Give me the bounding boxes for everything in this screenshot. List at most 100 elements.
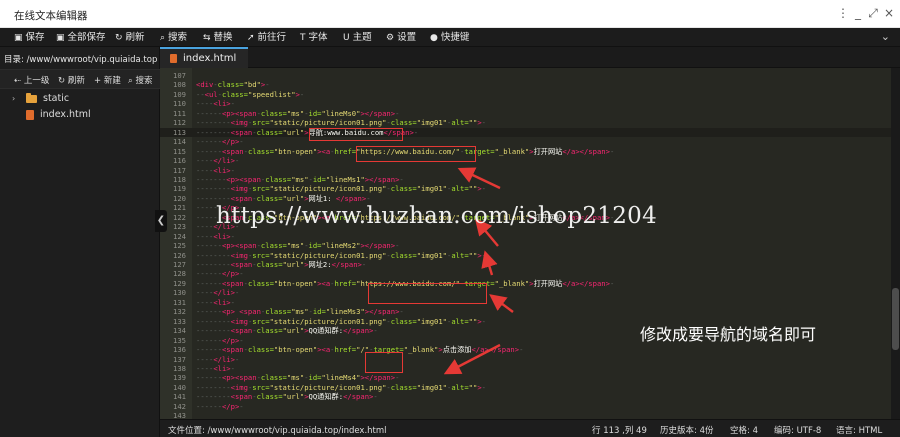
status-language[interactable]: 语言: HTML xyxy=(836,424,882,436)
new-file-button[interactable]: + 新建 xyxy=(94,74,121,86)
line-number: 139 xyxy=(173,373,186,383)
code-line[interactable]: 143 xyxy=(160,411,891,419)
editor-scrollbar[interactable] xyxy=(891,68,900,419)
code-line[interactable]: 137 ----</li>- xyxy=(160,355,891,364)
code-line[interactable]: 136 ------<span-class="btn-open"><a-href=… xyxy=(160,345,891,354)
code-line[interactable]: 118 -------<p><span-class="ms"-id="lineMs… xyxy=(160,175,891,184)
close-icon[interactable]: × xyxy=(882,6,896,20)
code-line[interactable]: 112 --------<img-src="static/picture/icon… xyxy=(160,118,891,127)
toolbar-shortcut-button[interactable]: ● 快捷键 xyxy=(430,31,469,45)
line-number: 120 xyxy=(173,193,186,203)
line-number: 129 xyxy=(173,278,186,288)
code-text: ------<p><span-class="ms"-id="lineMs0"><… xyxy=(196,108,400,118)
code-line[interactable]: 125 ------<p><span-class="ms"-id="lineMs2… xyxy=(160,241,891,250)
sidebar-toggle-icon[interactable]: ❮ xyxy=(155,210,167,232)
code-text: --------<img-src="static/picture/icon01.… xyxy=(196,118,486,128)
file-sidebar: 目录: /www/wwwroot/vip.quiaida.top ⇠ 上一级 ↻… xyxy=(0,47,160,437)
code-line[interactable]: 129 ------<span-class="btn-open"><a-href=… xyxy=(160,279,891,288)
toolbar-settings-button[interactable]: ⚙ 设置 xyxy=(386,31,416,45)
sidebar-search-button[interactable]: ⌕ 搜索 xyxy=(128,74,152,86)
code-editor[interactable]: 107 108 <div-class="bd">- 109 --<ul-class="s… xyxy=(160,68,891,419)
code-line[interactable]: 128 ------</p>- xyxy=(160,269,891,278)
toolbar-font-button[interactable]: T 字体 xyxy=(300,31,328,45)
code-line[interactable]: 114 ------</p>- xyxy=(160,137,891,146)
chevron-right-icon[interactable]: › xyxy=(12,94,20,103)
collapse-toolbar-icon[interactable]: ⌄ xyxy=(881,30,890,43)
code-text: ----</li>- xyxy=(196,354,240,364)
directory-path: 目录: /www/wwwroot/vip.quiaida.top xyxy=(4,55,158,65)
code-line[interactable]: 138 ----<li>- xyxy=(160,364,891,373)
code-line[interactable]: 108 <div-class="bd">- xyxy=(160,80,891,89)
line-number: 126 xyxy=(173,250,186,260)
line-number: 108 xyxy=(173,80,186,90)
toolbar-search-button[interactable]: ⌕ 搜索 xyxy=(160,31,187,45)
tree-folder-static[interactable]: › static xyxy=(12,92,69,104)
html-file-icon xyxy=(26,109,34,120)
line-number: 113 xyxy=(173,127,186,137)
code-line[interactable]: 111 ------<p><span-class="ms"-id="lineMs0… xyxy=(160,109,891,118)
code-line[interactable]: 141 --------<span-class="url">QQ通知群:</spa… xyxy=(160,392,891,401)
tree-file-index[interactable]: index.html xyxy=(26,109,91,120)
code-text: ------<span-class="btn-open"><a-href="ht… xyxy=(196,278,615,288)
line-number: 136 xyxy=(173,345,186,355)
line-number: 141 xyxy=(173,392,186,402)
code-line[interactable]: 140 --------<img-src="static/picture/icon… xyxy=(160,383,891,392)
code-text: ----<li>- xyxy=(196,165,235,175)
line-number: 107 xyxy=(173,71,186,80)
code-line[interactable]: 139 ------<p><span-class="ms"-id="lineMs4… xyxy=(160,373,891,382)
minimize-icon[interactable]: _ xyxy=(851,6,865,20)
code-line[interactable]: 107 xyxy=(160,71,891,80)
code-text: ------</p>- xyxy=(196,401,244,411)
code-line[interactable]: 115 ------<span-class="btn-open"><a-href=… xyxy=(160,147,891,156)
maximize-icon[interactable]: ⤢ xyxy=(866,6,880,21)
code-line[interactable]: 120 --------<span-class="url">网址1: </span… xyxy=(160,194,891,203)
status-encoding[interactable]: 编码: UTF-8 xyxy=(774,424,821,436)
save-icon: ▣ xyxy=(14,33,23,43)
new-file-label: 新建 xyxy=(103,76,121,86)
status-indent[interactable]: 空格: 4 xyxy=(730,424,758,436)
toolbar-item-label: 主题 xyxy=(352,32,372,43)
code-line[interactable]: 124 ----<li>- xyxy=(160,232,891,241)
code-line[interactable]: 113 --------<span-class="url">导航:www.baid… xyxy=(160,127,891,138)
tab-index-html[interactable]: index.html xyxy=(160,47,248,68)
menu-dots-icon[interactable]: ⋮ xyxy=(836,6,850,20)
code-text: ------</p>- xyxy=(196,137,244,147)
code-line[interactable]: 119 --------<img-src="static/picture/icon… xyxy=(160,184,891,193)
sidebar-actions: ⇠ 上一级 ↻ 刷新 + 新建 ⌕ 搜索 xyxy=(0,69,160,89)
code-line[interactable]: 116 ----</li>- xyxy=(160,156,891,165)
tab-bar: index.html xyxy=(160,47,900,68)
toolbar-save-all-button[interactable]: ▣ 全部保存 xyxy=(56,31,106,45)
refresh-icon: ↻ xyxy=(115,33,123,43)
code-line[interactable]: 142 ------</p>- xyxy=(160,402,891,411)
code-line[interactable]: 132 ------<p> <span-class="ms"-id="lineMs… xyxy=(160,307,891,316)
toolbar-refresh-button[interactable]: ↻ 刷新 xyxy=(115,31,145,45)
code-text: --------<span-class="url">QQ通知群:</span>- xyxy=(196,326,378,336)
toolbar-save-button[interactable]: ▣ 保存 xyxy=(14,31,45,45)
sidebar-search-label: 搜索 xyxy=(135,76,153,86)
code-line[interactable]: 131 ----<li>- xyxy=(160,298,891,307)
code-line[interactable]: 127 --------<span-class="url">网址2:</span>… xyxy=(160,260,891,269)
code-text: -------<p><span-class="ms"-id="lineMs1">… xyxy=(196,174,404,184)
line-number: 137 xyxy=(173,354,186,364)
sidebar-refresh-button[interactable]: ↻ 刷新 xyxy=(58,74,85,86)
scrollbar-thumb[interactable] xyxy=(892,288,899,350)
font-icon: T xyxy=(300,33,306,43)
toolbar-item-label: 替换 xyxy=(213,32,233,43)
toolbar-replace-button[interactable]: ⇆ 替换 xyxy=(203,31,233,45)
line-number: 117 xyxy=(173,165,186,175)
line-number: 138 xyxy=(173,363,186,373)
code-text: ------<span-class="btn-open"><a-href="ht… xyxy=(196,146,615,156)
code-line[interactable]: 130 ----</li>- xyxy=(160,288,891,297)
code-line[interactable]: 117 ----<li>- xyxy=(160,166,891,175)
code-line[interactable]: 110 ----<li>- xyxy=(160,99,891,108)
toolbar-theme-button[interactable]: U 主题 xyxy=(343,31,372,45)
line-number: 111 xyxy=(173,108,186,118)
code-text: --------<img-src="static/picture/icon01.… xyxy=(196,316,486,326)
status-history[interactable]: 历史版本: 4份 xyxy=(660,424,713,436)
up-level-button[interactable]: ⇠ 上一级 xyxy=(14,74,49,86)
theme-icon: U xyxy=(343,33,350,43)
code-line[interactable]: 109 --<ul-class="speedlist">- xyxy=(160,90,891,99)
code-line[interactable]: 126 --------<img-src="static/picture/icon… xyxy=(160,251,891,260)
line-number: 110 xyxy=(173,99,186,109)
toolbar-goto-line-button[interactable]: ➚ 前往行 xyxy=(247,31,286,45)
